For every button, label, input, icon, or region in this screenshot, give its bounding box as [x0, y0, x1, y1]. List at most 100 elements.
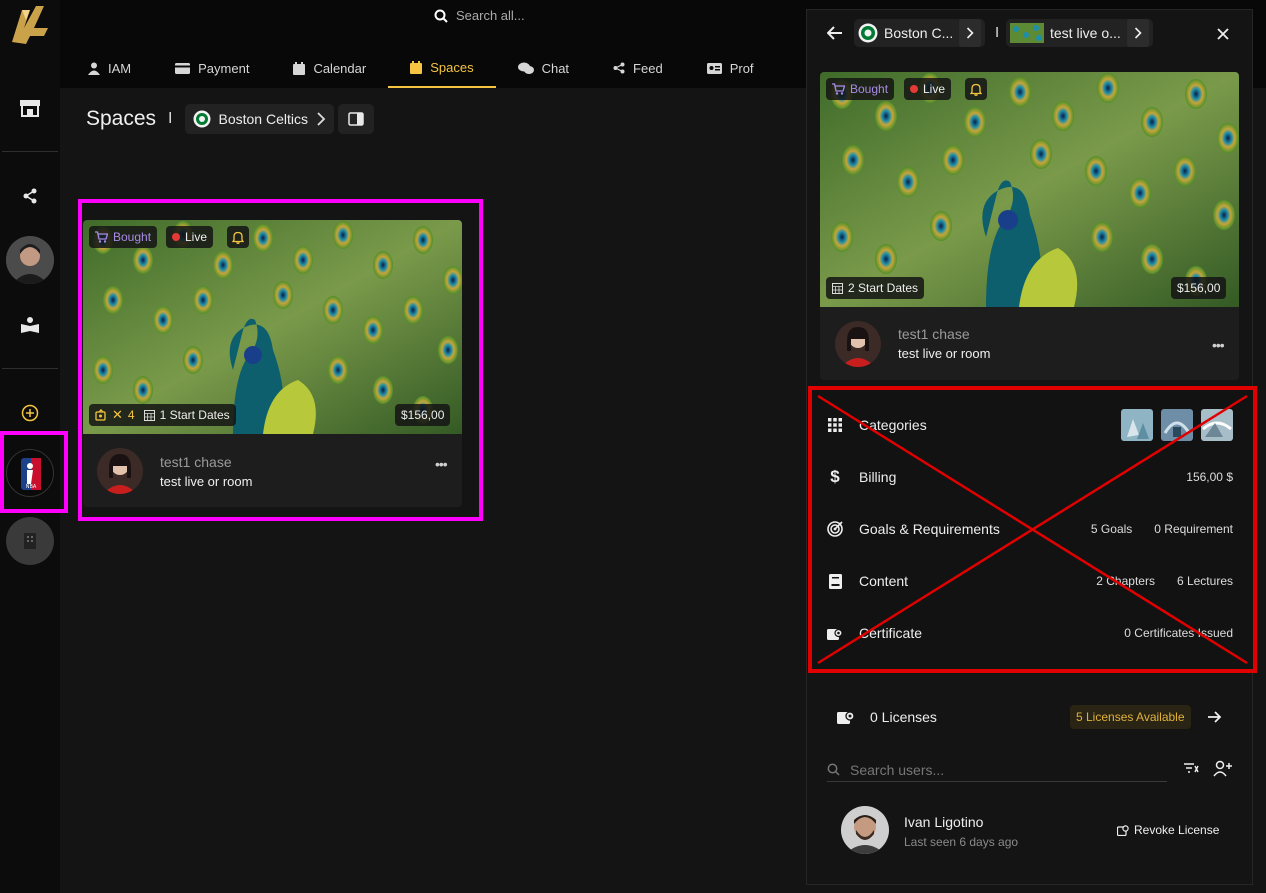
- page-title: Spaces: [86, 107, 157, 130]
- tab-iam[interactable]: IAM: [66, 48, 153, 88]
- card-icon: [175, 62, 191, 74]
- store-icon[interactable]: [14, 92, 46, 124]
- detail-panel: Boston C... I test live o... Bought Live…: [806, 9, 1254, 885]
- search-icon: [434, 9, 448, 23]
- price-label: $156,00: [1177, 281, 1221, 295]
- badge-label: Bought: [850, 82, 889, 96]
- licenses-available-badge: 5 Licenses Available: [1070, 705, 1191, 729]
- celtics-logo-icon: [193, 110, 210, 128]
- main-tabs: IAM Payment Calendar Spaces Chat Feed Pr…: [66, 48, 776, 88]
- author-avatar[interactable]: [97, 448, 143, 494]
- licensed-user-row: Ivan Ligotino Last seen 6 days ago Revok…: [841, 806, 1231, 858]
- nba-space-highlight: [0, 431, 68, 513]
- more-options-icon[interactable]: •••: [435, 456, 448, 472]
- profile-card-icon: [706, 62, 722, 74]
- calendar-icon: [293, 61, 306, 75]
- chat-icon: [517, 62, 534, 74]
- goals-row[interactable]: Goals & Requirements 5 Goals 0 Requireme…: [825, 514, 1233, 544]
- tab-chat[interactable]: Chat: [496, 48, 591, 88]
- book-reader-icon[interactable]: [14, 309, 46, 341]
- user-search-input[interactable]: Search users...: [850, 762, 944, 778]
- row-label: Categories: [859, 417, 927, 433]
- category-thumbnail: [1201, 409, 1233, 441]
- title-separator: I: [168, 110, 173, 127]
- sidebar-panel-icon: [348, 112, 364, 126]
- tab-label: IAM: [108, 60, 132, 76]
- calendar-icon: [832, 283, 843, 294]
- button-label: Revoke License: [1134, 823, 1220, 837]
- back-arrow-icon[interactable]: [827, 26, 843, 40]
- bought-badge: Bought: [826, 78, 895, 100]
- bell-icon: [970, 83, 982, 96]
- cart-icon: [832, 83, 845, 95]
- author-info: test1 chase test live or room: [898, 326, 990, 361]
- spaces-icon: [410, 60, 423, 74]
- share-icon: [613, 62, 625, 74]
- start-dates-label: 2 Start Dates: [848, 281, 919, 295]
- dollar-icon: $: [830, 467, 840, 486]
- lectures-value: 6 Lectures: [1176, 574, 1233, 588]
- billing-row[interactable]: $ Billing 156,00 $: [825, 462, 1233, 492]
- arrow-right-icon[interactable]: [1208, 711, 1222, 723]
- peacock-thumbnail-icon: [1010, 23, 1044, 43]
- start-dates-label: 1 Start Dates: [159, 408, 230, 422]
- share-icon[interactable]: [14, 180, 46, 212]
- add-user-icon[interactable]: [1213, 760, 1233, 777]
- content-row[interactable]: Content 2 Chapters 6 Lectures: [825, 566, 1233, 596]
- author-info: test1 chase test live or room: [160, 454, 252, 489]
- tab-label: Calendar: [313, 60, 367, 76]
- notification-bell-button[interactable]: [965, 78, 987, 100]
- crumb-separator: I: [995, 24, 1000, 41]
- live-badge: Live: [904, 78, 952, 100]
- space-card[interactable]: Bought Live ✕ 4 1 Start Dates $156,00 te…: [83, 220, 462, 507]
- license-count: 4: [127, 408, 135, 422]
- license-icon: [837, 711, 855, 724]
- user-search-field[interactable]: Search users...: [827, 758, 1167, 782]
- page-header: Spaces I Boston Celtics: [86, 104, 374, 134]
- panel-breadcrumb-space[interactable]: Boston C...: [854, 19, 986, 47]
- bell-icon: [232, 231, 244, 244]
- start-dates-chip: 2 Start Dates: [826, 277, 925, 299]
- tab-profile[interactable]: Prof: [685, 48, 776, 88]
- row-label: Billing: [859, 469, 897, 485]
- tab-calendar[interactable]: Calendar: [271, 48, 388, 88]
- search-input[interactable]: Search all...: [456, 8, 525, 23]
- add-circle-icon[interactable]: [14, 397, 46, 429]
- global-search[interactable]: Search all...: [434, 8, 525, 23]
- tab-label: Feed: [633, 60, 663, 76]
- toggle-panel-button[interactable]: [337, 104, 374, 134]
- building-space-avatar[interactable]: [6, 517, 54, 565]
- live-dot-icon: [910, 85, 918, 93]
- app-root: NBA Search all... IAM Payment Calendar S…: [0, 0, 1266, 893]
- author-avatar[interactable]: [835, 321, 881, 367]
- user-avatar[interactable]: [6, 236, 54, 284]
- price-label: $156,00: [401, 408, 445, 422]
- revoke-license-button[interactable]: Revoke License: [1117, 823, 1219, 837]
- categories-row[interactable]: Categories: [825, 409, 1233, 441]
- certificate-value: 0 Certificates Issued: [1124, 626, 1233, 640]
- chevron-right-icon: [317, 112, 326, 126]
- person-icon: [88, 62, 100, 75]
- more-options-icon[interactable]: •••: [1212, 337, 1225, 353]
- chapters-value: 2 Chapters: [1096, 574, 1155, 588]
- notification-bell-button[interactable]: [227, 226, 249, 248]
- price-badge: $156,00: [395, 404, 451, 426]
- license-tag-icon: [95, 409, 106, 421]
- panel-header: Boston C... I test live o...: [807, 10, 1254, 58]
- breadcrumb-label: Boston Celtics: [218, 111, 308, 127]
- app-logo[interactable]: [8, 2, 52, 46]
- tab-payment[interactable]: Payment: [153, 48, 271, 88]
- times-icon: ✕: [112, 407, 123, 422]
- live-badge: Live: [166, 226, 214, 248]
- book-icon: [825, 573, 845, 589]
- user-name: Ivan Ligotino: [904, 814, 984, 830]
- filter-icon[interactable]: [1183, 762, 1199, 776]
- tab-feed[interactable]: Feed: [591, 48, 685, 88]
- breadcrumb-space[interactable]: Boston Celtics: [184, 104, 334, 134]
- tab-spaces[interactable]: Spaces: [388, 48, 496, 88]
- user-avatar[interactable]: [841, 806, 889, 854]
- panel-breadcrumb-item[interactable]: test live o...: [1006, 19, 1153, 47]
- close-icon[interactable]: [1217, 28, 1229, 40]
- bought-badge: Bought: [89, 226, 158, 248]
- certificate-row[interactable]: Certificate 0 Certificates Issued: [825, 618, 1233, 648]
